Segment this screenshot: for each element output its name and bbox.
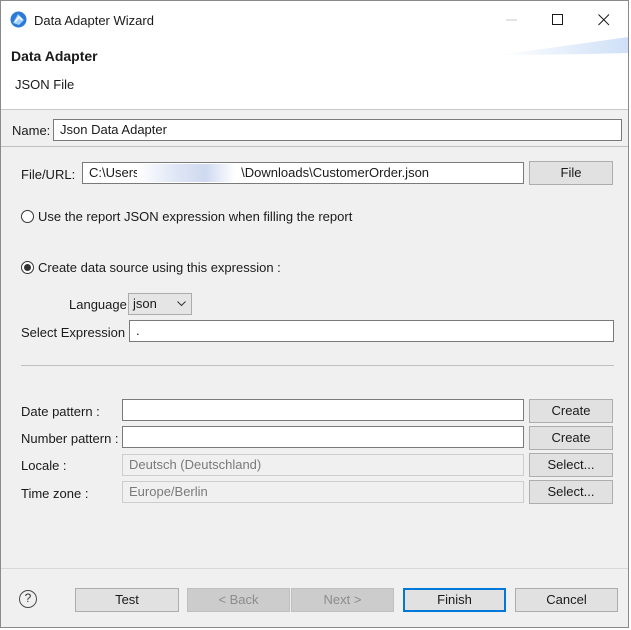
name-field[interactable]: Json Data Adapter (53, 119, 622, 141)
timezone-label: Time zone : (21, 486, 89, 501)
use-report-label[interactable]: Use the report JSON expression when fill… (38, 209, 352, 224)
close-button[interactable] (581, 1, 627, 37)
close-icon (598, 14, 610, 26)
locale-field: Deutsch (Deutschland) (122, 454, 524, 476)
wizard-window: Data Adapter Wizard Data Adapter JSON Fi… (0, 0, 629, 628)
divider (21, 365, 614, 366)
create-datasource-label[interactable]: Create data source using this expression… (38, 260, 281, 275)
use-report-radio[interactable] (21, 210, 34, 223)
name-label: Name: (12, 123, 51, 138)
next-button[interactable]: Next > (291, 588, 394, 612)
language-select[interactable]: json (128, 293, 192, 315)
number-pattern-label: Number pattern : (21, 431, 119, 446)
test-button[interactable]: Test (75, 588, 179, 612)
page-title: Data Adapter (11, 48, 98, 64)
date-pattern-create-button[interactable]: Create (529, 399, 613, 423)
minimize-button[interactable] (489, 1, 535, 37)
file-url-suffix: \Downloads\CustomerOrder.json (241, 165, 430, 180)
back-button[interactable]: < Back (187, 588, 290, 612)
select-expression-label: Select Expression : (21, 325, 133, 340)
language-label: Language (69, 297, 127, 312)
chevron-down-icon (177, 301, 186, 307)
maximize-button[interactable] (535, 1, 581, 37)
divider (1, 568, 628, 569)
page-subtitle: JSON File (15, 77, 75, 92)
timezone-field: Europe/Berlin (122, 481, 524, 503)
select-expression-field[interactable]: . (129, 320, 614, 342)
cancel-button[interactable]: Cancel (515, 588, 618, 612)
finish-button[interactable]: Finish (403, 588, 506, 612)
header-banner-graphic (498, 37, 628, 55)
timezone-select-button[interactable]: Select... (529, 480, 613, 504)
locale-select-button[interactable]: Select... (529, 453, 613, 477)
number-pattern-create-button[interactable]: Create (529, 426, 613, 450)
number-pattern-field[interactable] (122, 426, 524, 448)
maximize-icon (552, 14, 563, 25)
language-value: json (133, 296, 157, 311)
file-button[interactable]: File (529, 161, 613, 185)
window-title: Data Adapter Wizard (34, 13, 154, 28)
help-icon[interactable]: ? (19, 590, 37, 608)
wizard-header: Data Adapter JSON File (1, 37, 628, 110)
file-url-label: File/URL: (21, 167, 76, 182)
date-pattern-field[interactable] (122, 399, 524, 421)
divider (1, 146, 628, 147)
locale-label: Locale : (21, 458, 67, 473)
data-adapter-icon (10, 11, 27, 28)
date-pattern-label: Date pattern : (21, 404, 100, 419)
radio-selected-dot (24, 264, 31, 271)
create-datasource-radio[interactable] (21, 261, 34, 274)
minimize-icon (506, 19, 517, 21)
file-url-prefix: C:\Users\ (89, 165, 144, 180)
redacted-username (137, 164, 235, 182)
title-bar: Data Adapter Wizard (1, 1, 628, 37)
